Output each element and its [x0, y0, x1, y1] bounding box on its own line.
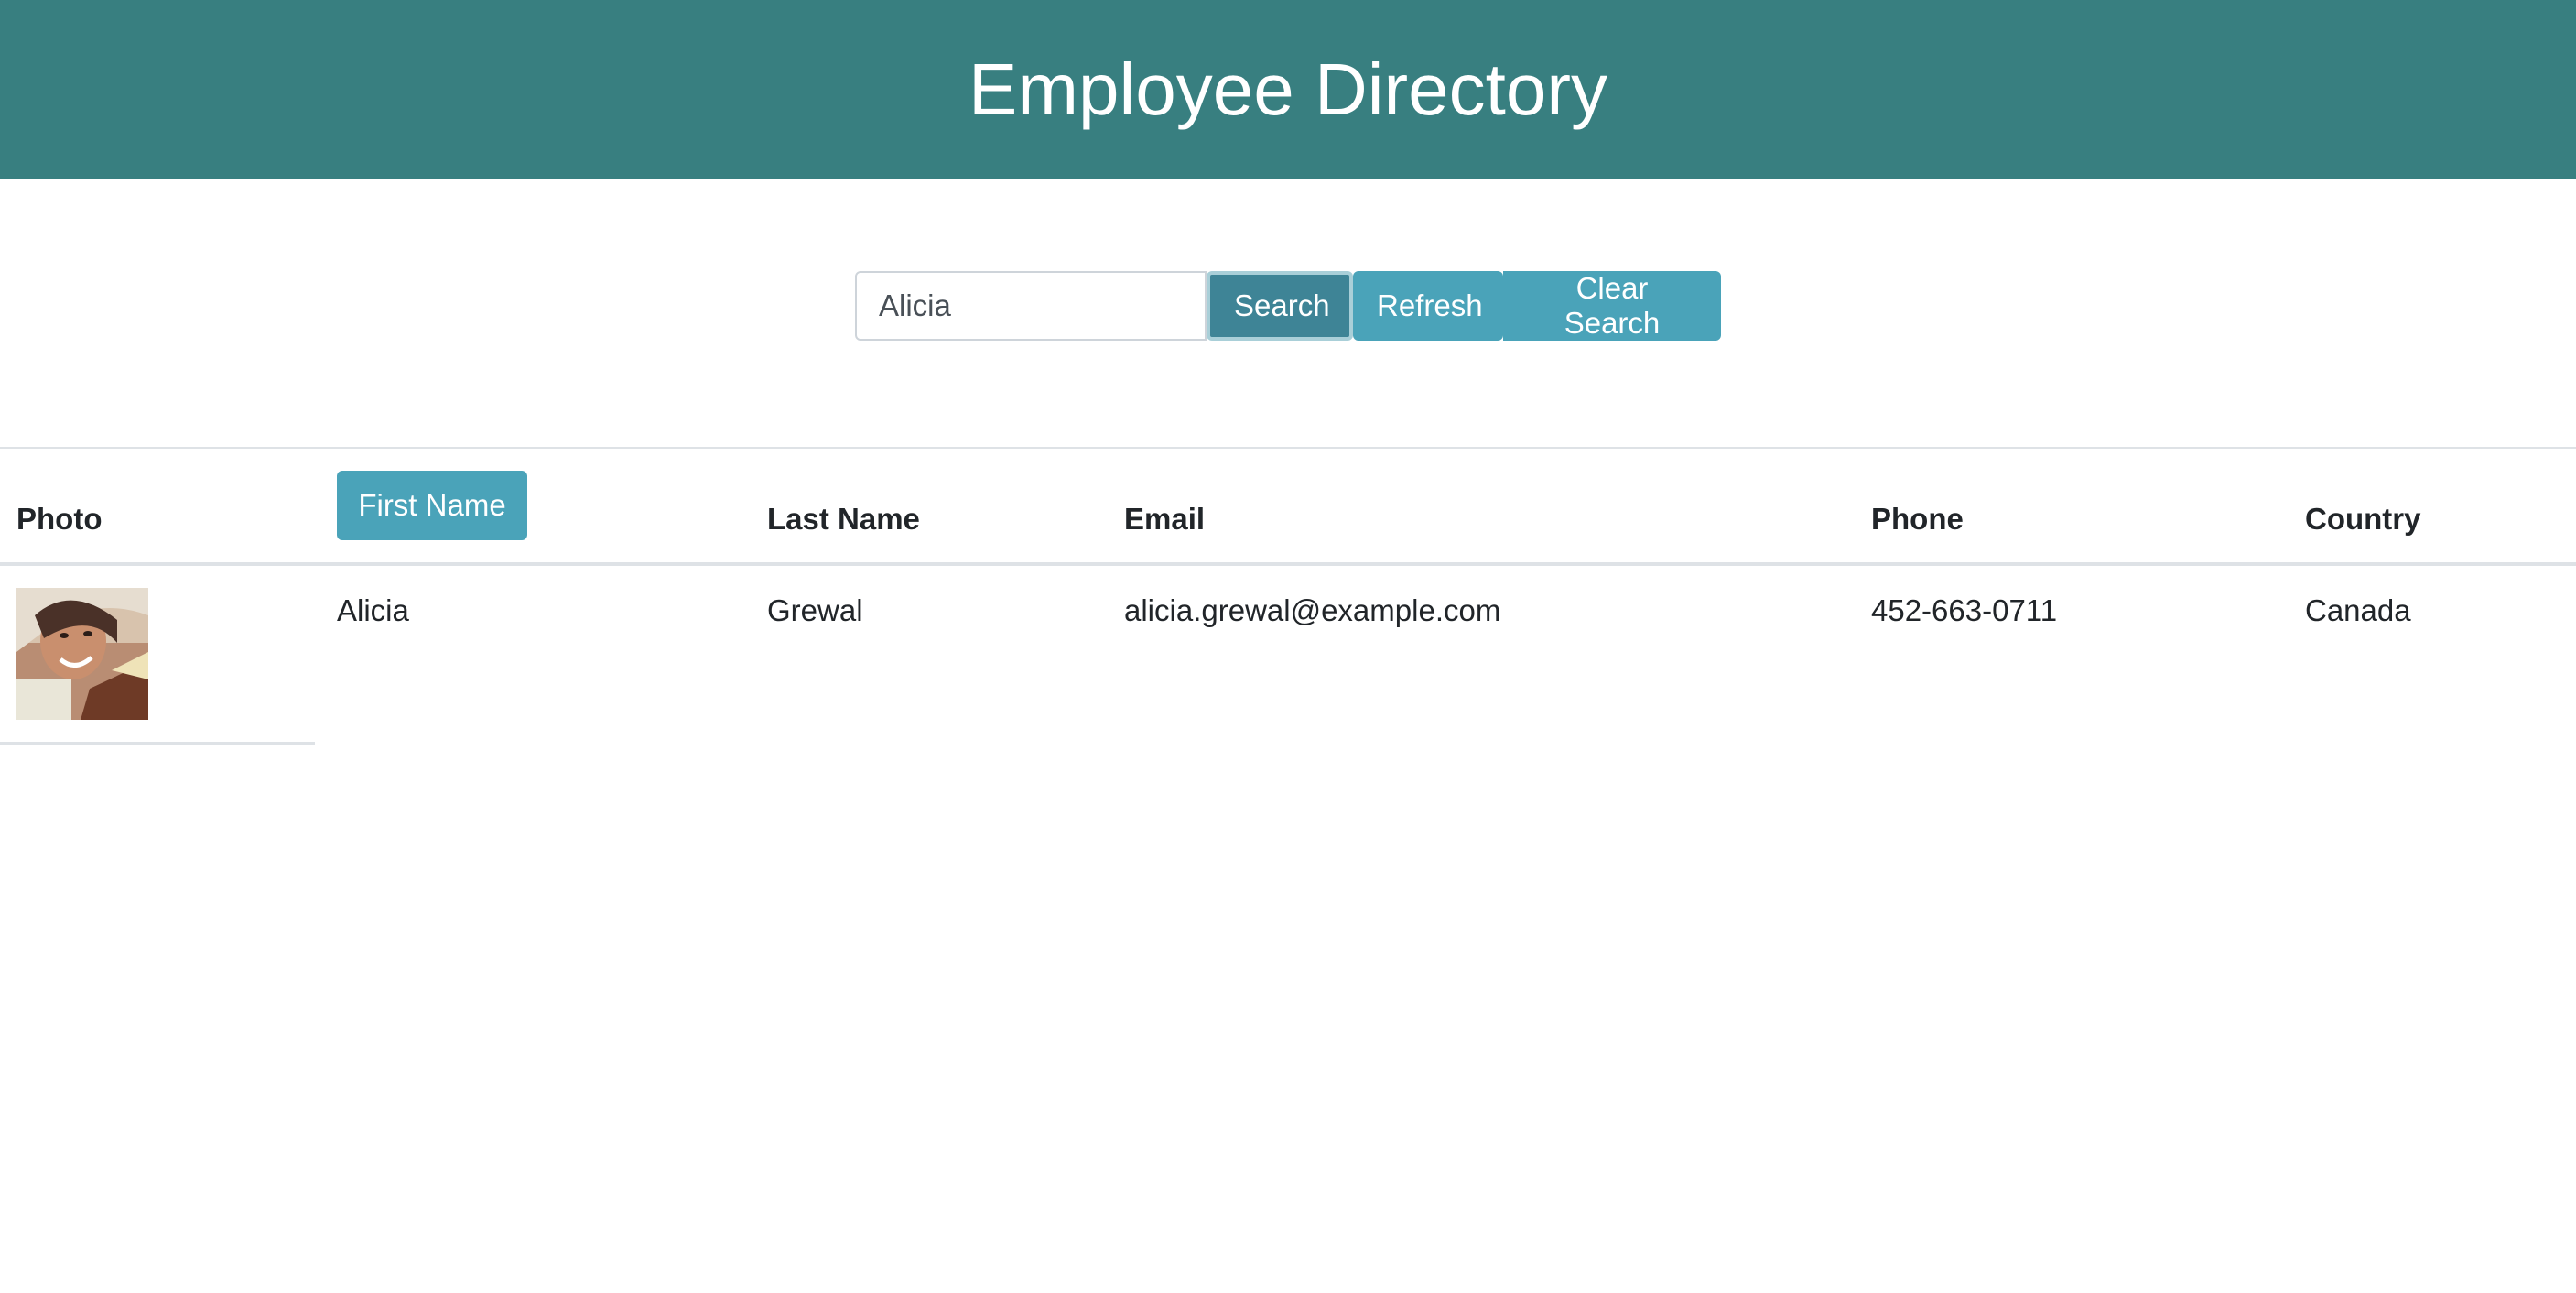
cell-first-name: Alicia: [337, 593, 409, 627]
search-bar: Search Refresh Clear Search: [855, 271, 1721, 341]
employee-photo: [16, 588, 148, 720]
column-header-photo: Photo: [16, 502, 103, 536]
clear-search-button[interactable]: Clear Search: [1503, 271, 1721, 341]
search-input[interactable]: [855, 271, 1207, 341]
column-header-country: Country: [2305, 502, 2421, 536]
table-row-divider: [0, 742, 315, 745]
page-title: Employee Directory: [968, 49, 1607, 130]
column-header-phone: Phone: [1871, 502, 1964, 536]
cell-last-name: Grewal: [767, 593, 863, 627]
column-header-last-name: Last Name: [767, 502, 920, 536]
table-header-divider: [0, 562, 2576, 566]
sort-first-name-button[interactable]: First Name: [337, 471, 527, 540]
app-header: Employee Directory: [0, 0, 2576, 179]
cell-email: alicia.grewal@example.com: [1124, 593, 1501, 627]
column-header-email: Email: [1124, 502, 1206, 536]
table-top-divider: [0, 447, 2576, 449]
refresh-button[interactable]: Refresh: [1353, 271, 1503, 341]
cell-country: Canada: [2305, 593, 2411, 627]
cell-phone: 452-663-0711: [1871, 593, 2058, 627]
search-button[interactable]: Search: [1207, 271, 1353, 341]
